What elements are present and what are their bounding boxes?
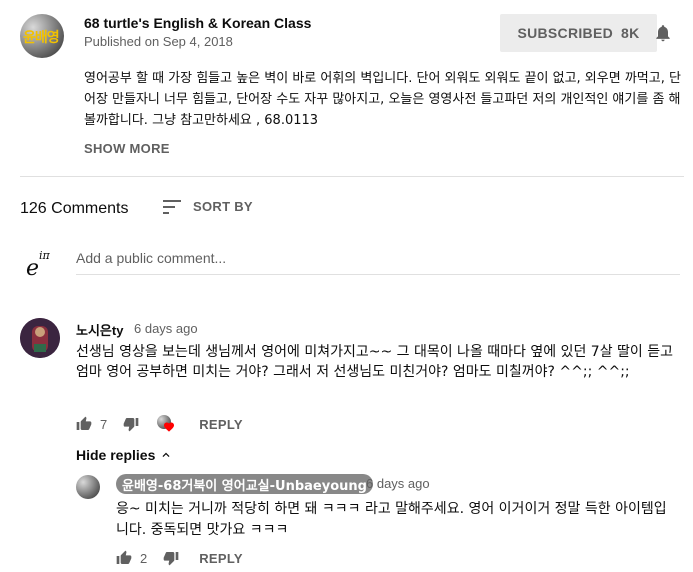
creator-heart: [157, 415, 175, 433]
user-avatar: e iπ: [20, 242, 60, 282]
video-description: 영어공부 할 때 가장 힘들고 높은 벽이 바로 어휘의 벽입니다. 단어 외워…: [84, 71, 681, 128]
thumbs-down-icon[interactable]: [123, 416, 139, 432]
subscriber-count: 8K: [621, 25, 640, 41]
subscribed-button[interactable]: SUBSCRIBED 8K: [500, 14, 657, 52]
reply-avatar[interactable]: [76, 475, 100, 499]
reply-reply-button[interactable]: REPLY: [199, 551, 243, 566]
thumbs-up-icon[interactable]: [76, 416, 92, 432]
sort-by-button[interactable]: SORT BY: [163, 199, 253, 214]
reply-like-count: 2: [140, 550, 148, 566]
comment-author[interactable]: 노시은ty: [76, 320, 123, 339]
hide-replies-label: Hide replies: [76, 447, 156, 463]
comment-actions: 7 REPLY: [76, 415, 243, 433]
reply-author-badge[interactable]: 윤배영-68거북이 영어교실-Unbaeyoung: [116, 474, 373, 494]
sort-by-label: SORT BY: [193, 199, 253, 214]
published-date: Published on Sep 4, 2018: [84, 34, 233, 49]
channel-avatar[interactable]: 윤배영: [20, 14, 64, 58]
euler-avatar-icon: e iπ: [26, 249, 51, 281]
reply-actions: 2 REPLY: [116, 550, 243, 566]
thumbs-down-icon[interactable]: [163, 550, 179, 566]
bell-icon[interactable]: [653, 23, 673, 43]
chevron-up-icon: [162, 452, 170, 457]
show-more-button[interactable]: SHOW MORE: [84, 141, 170, 156]
like-count: 7: [100, 416, 108, 432]
reply-text: 응~ 미치는 거니까 적당히 하면 돼 ㅋㅋㅋ 라고 말해주세요. 영어 이거이…: [116, 501, 667, 538]
divider: [20, 176, 684, 177]
commenter-photo: [20, 318, 60, 358]
comment-text: 선생님 영상을 보는데 생님께서 영어에 미쳐가지고~~ 그 대목이 나올 때마…: [76, 344, 673, 380]
subscribed-label: SUBSCRIBED: [517, 25, 614, 41]
add-comment-input[interactable]: Add a public comment...: [76, 250, 680, 275]
comment-avatar[interactable]: [20, 318, 60, 358]
sort-icon: [163, 199, 181, 214]
channel-row: 윤배영 68 turtle's English & Korean Class P…: [20, 10, 680, 58]
reply-button[interactable]: REPLY: [199, 417, 243, 432]
comments-count: 126 Comments: [20, 200, 129, 217]
reply-time[interactable]: 6 days ago: [366, 476, 430, 491]
avatar-exponent: iπ: [39, 249, 51, 262]
channel-logo: 윤배영: [23, 30, 60, 46]
avatar-base: e: [26, 256, 39, 281]
comment-time[interactable]: 6 days ago: [134, 321, 198, 336]
heart-icon: [164, 422, 175, 432]
channel-name[interactable]: 68 turtle's English & Korean Class: [84, 15, 311, 31]
thumbs-up-icon[interactable]: [116, 550, 132, 566]
hide-replies-button[interactable]: Hide replies: [76, 447, 173, 463]
